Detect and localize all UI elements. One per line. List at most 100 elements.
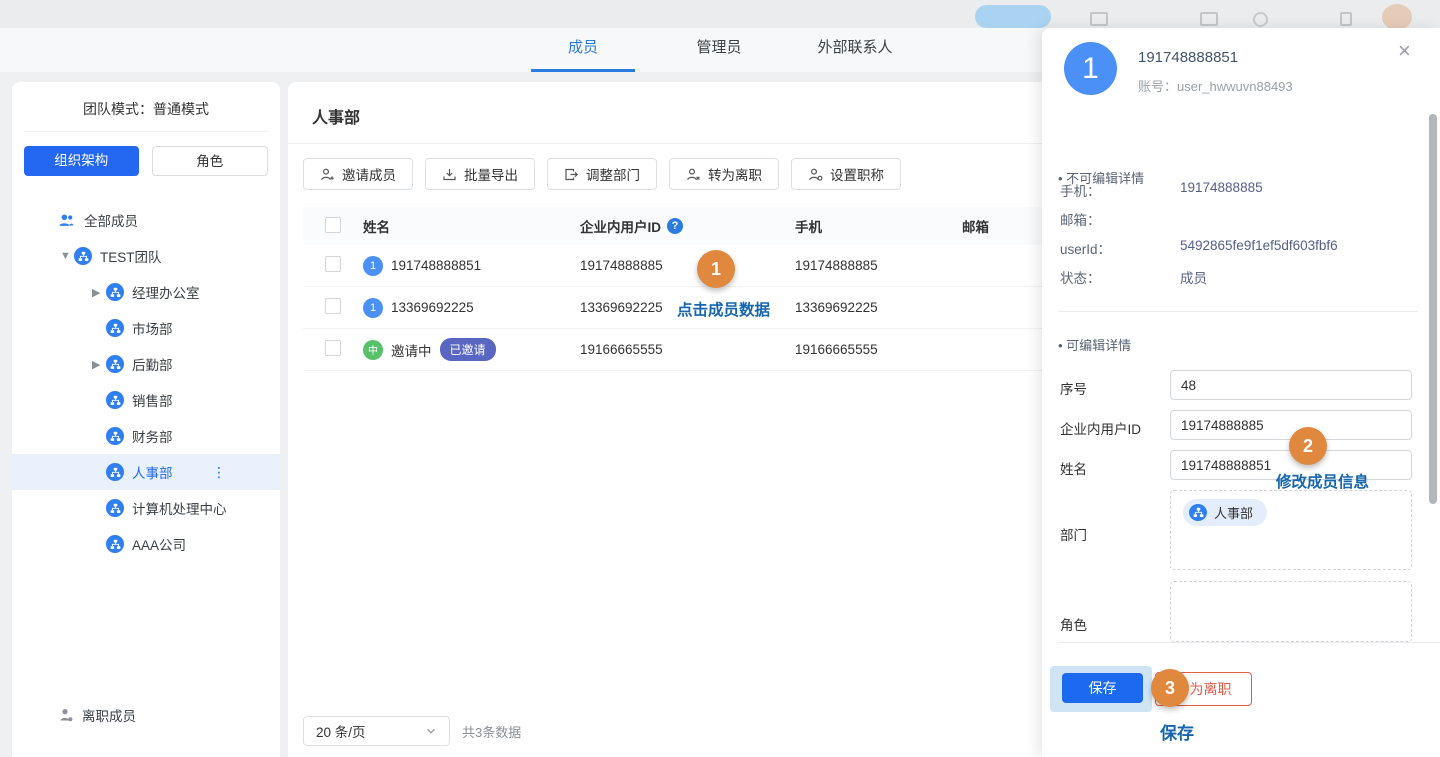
- member-user-id: 19174888885: [580, 258, 795, 273]
- tree-item-sales[interactable]: 销售部: [12, 382, 280, 418]
- tree-item-marketing[interactable]: 市场部: [12, 310, 280, 346]
- caret-down-icon[interactable]: ▼: [60, 250, 74, 262]
- invite-member-button[interactable]: 邀请成员: [303, 158, 413, 190]
- org-sidebar: 团队模式：普通模式 组织架构 角色 全部成员 ▼ TEST团队 ▶ 经理办公室: [12, 82, 280, 757]
- column-phone: 手机: [795, 216, 962, 236]
- topbar-partial-icon[interactable]: [1200, 12, 1218, 26]
- column-user-id: 企业内用户ID ?: [580, 216, 795, 236]
- tree-item-label: TEST团队: [100, 246, 162, 266]
- row-checkbox[interactable]: [325, 256, 341, 272]
- topbar-partial-icon[interactable]: [1253, 12, 1268, 27]
- member-name: 191748888851: [391, 258, 481, 273]
- field-label-email: 邮箱：: [1060, 209, 1101, 229]
- caret-right-icon[interactable]: ▶: [92, 286, 106, 299]
- divider: [1058, 311, 1418, 312]
- tree-item-logistics[interactable]: ▶ 后勤部: [12, 346, 280, 382]
- resigned-label: 离职成员: [82, 705, 136, 725]
- download-icon: [442, 167, 457, 182]
- annotation-step-1: 1: [697, 250, 735, 288]
- adjust-department-button[interactable]: 调整部门: [547, 158, 657, 190]
- top-app-bar: [0, 0, 1440, 28]
- help-icon[interactable]: ?: [667, 218, 683, 234]
- field-value-status: 成员: [1180, 267, 1207, 287]
- member-name: 邀请中: [391, 340, 432, 360]
- person-leave-icon: [58, 707, 74, 723]
- panel-scrollbar[interactable]: [1429, 114, 1437, 504]
- tree-item-label: 全部成员: [84, 210, 138, 230]
- transfer-icon: [564, 167, 579, 182]
- org-structure-button[interactable]: 组织架构: [24, 146, 139, 176]
- field-label-userid: userId：: [1060, 238, 1111, 258]
- org-icon: [106, 319, 124, 337]
- row-checkbox[interactable]: [325, 340, 341, 356]
- tab-members[interactable]: 成员: [531, 28, 635, 72]
- role-picker[interactable]: [1170, 581, 1412, 642]
- field-value-userid: 5492865fe9f1ef5df603fbf6: [1180, 238, 1338, 253]
- tree-item-aaa-company[interactable]: AAA公司: [12, 526, 280, 562]
- tab-external-contacts[interactable]: 外部联系人: [785, 28, 925, 72]
- seq-input[interactable]: [1170, 370, 1412, 400]
- pagination: 20 条/页 共3条数据: [303, 716, 521, 746]
- topbar-partial-icon[interactable]: [1340, 12, 1352, 26]
- row-checkbox[interactable]: [325, 298, 341, 314]
- tree-item-label: 人事部: [132, 462, 173, 482]
- tree-item-manager-office[interactable]: ▶ 经理办公室: [12, 274, 280, 310]
- editable-section-title: • 可编辑详情: [1058, 335, 1131, 354]
- tree-item-computer-center[interactable]: 计算机处理中心: [12, 490, 280, 526]
- annotation-label-3: 保存: [1160, 719, 1194, 744]
- tree-item-label: 财务部: [132, 426, 173, 446]
- name-label: 姓名: [1060, 458, 1087, 478]
- field-label-status: 状态：: [1060, 267, 1101, 287]
- tab-admins[interactable]: 管理员: [667, 28, 771, 72]
- member-account: 账号：user_hwwuvn88493: [1138, 76, 1293, 95]
- member-name: 13369692225: [391, 300, 474, 315]
- roles-button[interactable]: 角色: [152, 146, 269, 176]
- topbar-partial-button[interactable]: [975, 5, 1051, 28]
- select-all-checkbox[interactable]: [325, 217, 341, 233]
- tree-item-label: 经理办公室: [132, 282, 200, 302]
- tree-item-all-members[interactable]: 全部成员: [12, 202, 280, 238]
- org-icon: [106, 427, 124, 445]
- invited-badge: 已邀请: [440, 338, 496, 361]
- tree-item-label: AAA公司: [132, 534, 186, 554]
- tree-item-test-team[interactable]: ▼ TEST团队: [12, 238, 280, 274]
- dept-chip[interactable]: 人事部: [1183, 499, 1267, 526]
- set-resigned-button[interactable]: 转为离职: [669, 158, 779, 190]
- set-title-button[interactable]: 设置职称: [791, 158, 901, 190]
- member-phone: 19174888885: [795, 258, 962, 273]
- page-size-select[interactable]: 20 条/页: [303, 716, 450, 746]
- more-options-icon[interactable]: ⋮: [212, 464, 226, 481]
- batch-export-button[interactable]: 批量导出: [425, 158, 535, 190]
- member-phone: 13369692225: [795, 300, 962, 315]
- member-avatar: 1: [363, 298, 383, 318]
- annotation-label-2: 修改成员信息: [1276, 470, 1369, 492]
- org-icon: [106, 391, 124, 409]
- save-button[interactable]: 保存: [1062, 673, 1143, 703]
- team-mode-title: 团队模式：普通模式: [12, 82, 280, 119]
- org-icon: [1189, 504, 1207, 521]
- people-icon: [58, 212, 75, 229]
- member-avatar: 中: [363, 340, 383, 360]
- tree-item-hr-selected[interactable]: 人事部 ⋮: [12, 454, 280, 490]
- person-remove-icon: [686, 167, 701, 182]
- member-phone: 19166665555: [795, 342, 962, 357]
- divider: [1058, 642, 1440, 643]
- org-tree: 全部成员 ▼ TEST团队 ▶ 经理办公室 市场部 ▶ 后勤部: [12, 202, 280, 562]
- resigned-members-item[interactable]: 离职成员: [12, 697, 280, 733]
- dept-picker[interactable]: 人事部: [1170, 490, 1412, 570]
- org-icon: [106, 463, 124, 481]
- app-root: 成员 管理员 外部联系人 团队模式：普通模式 组织架构 角色 全部成员 ▼ TE…: [0, 0, 1440, 757]
- tree-item-label: 后勤部: [132, 354, 173, 374]
- org-icon: [74, 247, 92, 265]
- close-icon[interactable]: ×: [1398, 40, 1411, 62]
- user-avatar[interactable]: [1382, 4, 1412, 30]
- caret-right-icon[interactable]: ▶: [92, 358, 106, 371]
- field-value-phone: 19174888885: [1180, 180, 1263, 195]
- member-detail-name: 191748888851: [1138, 49, 1238, 66]
- person-setting-icon: [808, 167, 823, 182]
- annotation-step-2: 2: [1289, 427, 1327, 465]
- topbar-partial-icon[interactable]: [1090, 12, 1108, 26]
- org-icon: [106, 535, 124, 553]
- uid-label: 企业内用户ID: [1060, 418, 1141, 438]
- tree-item-finance[interactable]: 财务部: [12, 418, 280, 454]
